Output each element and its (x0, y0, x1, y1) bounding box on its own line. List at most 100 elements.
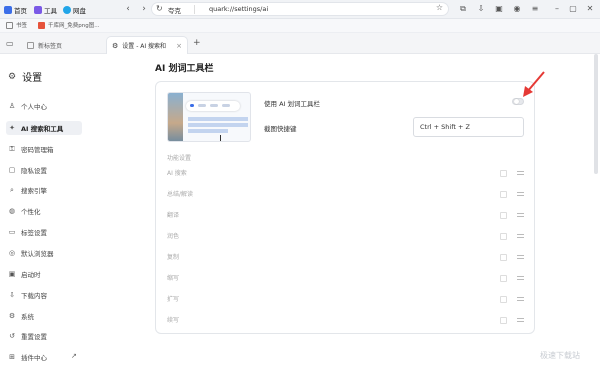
feature-label: 扩写 (167, 296, 180, 303)
close-tab-icon[interactable]: × (176, 42, 182, 50)
feature-checkbox[interactable] (500, 275, 507, 282)
ai-toolbar-card: 使用 AI 划词工具栏 截图快捷键 Ctrl + Shift + Z 功能设置 … (155, 81, 535, 334)
sidebar-item[interactable]: ✦ AI 搜索和工具 (6, 121, 82, 135)
search-icon: ⌕ (10, 186, 14, 194)
minimize-icon[interactable]: – (552, 4, 562, 14)
power-icon: ▣ (8, 270, 16, 278)
drag-handle-icon[interactable] (517, 192, 524, 196)
feature-label: 翻译 (167, 212, 180, 219)
sidebar-item-label: 隐私设置 (21, 167, 47, 175)
feature-checkbox[interactable] (500, 254, 507, 261)
new-tab-icon (27, 41, 34, 49)
sidebar-title-label: 设置 (22, 73, 43, 84)
drag-handle-icon[interactable] (517, 297, 524, 301)
tab-label: 设置 - AI 搜索和工具 (122, 43, 167, 50)
tag-icon: ▭ (8, 228, 16, 236)
bookmark-star-icon[interactable]: ☆ (436, 3, 443, 12)
sidebar-item-label: 重置设置 (21, 333, 47, 341)
forward-button[interactable]: › (138, 3, 150, 15)
feature-checkbox[interactable] (500, 191, 507, 198)
feature-row: 翻译 (167, 210, 524, 222)
feature-row: 复制 (167, 252, 524, 264)
quick-link-tools-label: 工具 (44, 6, 57, 15)
sidebar-item-label: AI 搜索和工具 (21, 125, 64, 133)
preview-highlight (188, 129, 228, 133)
preview-highlight (188, 123, 248, 127)
drag-handle-icon[interactable] (517, 213, 524, 217)
new-tab-button[interactable]: + (193, 38, 201, 48)
bookmark-item[interactable]: 书签 (6, 21, 27, 29)
text-cursor-icon (220, 135, 221, 141)
feature-label: 续写 (167, 317, 180, 324)
toggle-label: 使用 AI 划词工具栏 (264, 100, 320, 108)
bookmarks-bar: 书签 千库网_免费png图... (0, 19, 600, 33)
settings-sidebar: ⚙ 设置 ♙ 个人中心 ✦ AI 搜索和工具 ⚿ 密码管理箱 ▢ 隐私设置 ⌕ 搜索引擎 ◍ 个性化 ▭… (0, 54, 118, 370)
extension-icon[interactable]: ⧉ (458, 4, 468, 14)
quick-link-home[interactable]: 首页 (4, 4, 27, 15)
hotkey-input[interactable]: Ctrl + Shift + Z (413, 117, 524, 137)
tab-label: 新标签页 (38, 42, 63, 50)
feature-row: AI 搜索 (167, 168, 524, 180)
feature-checkbox[interactable] (500, 170, 507, 177)
address-divider (194, 5, 195, 14)
feature-checkbox[interactable] (500, 296, 507, 303)
sidebar-item[interactable]: ▭ 标签设置 (6, 225, 82, 239)
feature-checkbox[interactable] (500, 212, 507, 219)
scrollbar[interactable] (594, 54, 598, 174)
feature-label: AI 搜索 (167, 170, 187, 177)
tab-new-tab[interactable]: 新标签页 (22, 36, 67, 54)
drag-handle-icon[interactable] (517, 276, 524, 280)
download-icon: ⇩ (9, 291, 15, 299)
drag-handle-icon[interactable] (517, 255, 524, 259)
browser-icon: ◎ (8, 249, 16, 257)
drag-handle-icon[interactable] (517, 234, 524, 238)
sidebar-item-label: 插件中心 (21, 354, 47, 362)
sidebar-item[interactable]: ◎ 默认浏览器 (6, 246, 82, 260)
feature-label: 复制 (167, 254, 180, 261)
feature-checkbox[interactable] (500, 317, 507, 324)
ai-icon: ✦ (9, 124, 15, 132)
feature-row: 扩写 (167, 294, 524, 306)
sidebar-item[interactable]: ⚿ 密码管理箱 (6, 142, 82, 156)
url-text[interactable]: quark://settings/ai (209, 5, 268, 13)
sidebar-item-label: 密码管理箱 (21, 146, 54, 154)
address-bar[interactable]: ↻ 夸克 quark://settings/ai ☆ (151, 2, 449, 16)
sidebar-item[interactable]: ⚙ 系统 (6, 309, 82, 323)
sidebar-item-label: 下载内容 (21, 292, 47, 300)
sidebar-toggle-icon[interactable]: ▭ (6, 39, 14, 48)
tab-settings[interactable]: ⚙ 设置 - AI 搜索和工具 × (106, 36, 188, 54)
feature-label: 总结/解读 (167, 191, 194, 198)
download-toolbar-icon[interactable]: ⇩ (476, 4, 486, 14)
sidebar-item[interactable]: ↺ 重置设置 (6, 329, 82, 343)
profile-icon[interactable]: ◉ (512, 4, 522, 14)
drag-handle-icon[interactable] (517, 171, 524, 175)
back-button[interactable]: ‹ (122, 3, 134, 15)
close-window-icon[interactable]: ✕ (585, 4, 595, 14)
home-icon (4, 5, 12, 14)
external-link-icon[interactable]: ↗ (71, 352, 77, 360)
search-engine-label[interactable]: 夸克 (168, 5, 181, 15)
preview-highlight (188, 117, 248, 121)
feature-section-label: 功能设置 (167, 155, 192, 162)
sidebar-item[interactable]: ⌕ 搜索引擎 (6, 183, 82, 197)
sidebar-item[interactable]: ⇩ 下载内容 (6, 288, 82, 302)
refresh-icon[interactable]: ↻ (156, 4, 163, 13)
quick-link-cloud[interactable]: 网盘 (63, 4, 86, 15)
palette-icon: ◍ (8, 207, 16, 215)
privacy-icon: ▢ (8, 166, 16, 174)
quick-link-tools[interactable]: 工具 (34, 4, 57, 15)
sidebar-item[interactable]: ▣ 启动时 (6, 267, 82, 281)
cloud-toolbar-icon[interactable]: ▣ (494, 4, 504, 14)
preview-popup (186, 101, 240, 111)
maximize-icon[interactable]: ▢ (568, 4, 578, 14)
system-icon: ⚙ (8, 312, 16, 320)
drag-handle-icon[interactable] (517, 318, 524, 322)
feature-checkbox[interactable] (500, 233, 507, 240)
sidebar-item[interactable]: ◍ 个性化 (6, 204, 82, 218)
sidebar-item[interactable]: ▢ 隐私设置 (6, 163, 82, 177)
page-title: ⚙ 设置 (8, 69, 43, 85)
toggle-knob (514, 99, 519, 104)
bookmark-item[interactable]: 千库网_免费png图... (38, 21, 99, 29)
sidebar-item[interactable]: ♙ 个人中心 (6, 99, 82, 113)
menu-icon[interactable]: ≡ (530, 4, 540, 14)
